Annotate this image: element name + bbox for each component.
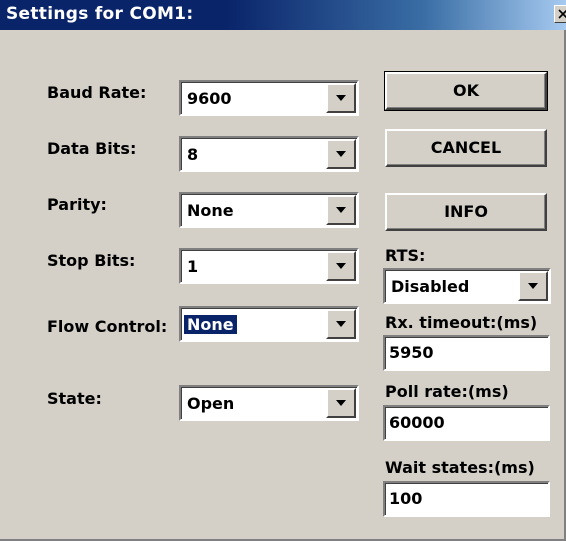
parity-dropdown-button[interactable]: [326, 195, 356, 225]
baud-rate-value: 9600: [187, 89, 232, 108]
chevron-down-icon: [336, 151, 346, 157]
rts-value: Disabled: [391, 277, 470, 296]
rts-label: RTS:: [385, 246, 426, 265]
chevron-down-icon: [336, 263, 346, 269]
stop-bits-value: 1: [187, 257, 199, 276]
baud-rate-select[interactable]: 9600: [179, 80, 359, 116]
rx-timeout-input[interactable]: 5950: [383, 335, 550, 371]
state-value: Open: [187, 394, 235, 413]
state-select[interactable]: Open: [179, 385, 359, 421]
flow-control-select[interactable]: None: [179, 306, 359, 342]
chevron-down-icon: [336, 207, 346, 213]
wait-states-label: Wait states:(ms): [385, 458, 535, 477]
title-bar[interactable]: Settings for COM1:: [0, 0, 566, 30]
stop-bits-select[interactable]: 1: [179, 248, 359, 284]
rx-timeout-label: Rx. timeout:(ms): [385, 313, 538, 332]
data-bits-dropdown-button[interactable]: [326, 139, 356, 169]
parity-label: Parity:: [47, 195, 107, 214]
baud-rate-label: Baud Rate:: [47, 83, 147, 102]
info-button[interactable]: INFO: [385, 193, 547, 231]
state-label: State:: [47, 389, 102, 408]
data-bits-label: Data Bits:: [47, 139, 137, 158]
data-bits-value: 8: [187, 145, 199, 164]
stop-bits-dropdown-button[interactable]: [326, 251, 356, 281]
flow-control-label: Flow Control:: [47, 317, 168, 336]
flow-control-dropdown-button[interactable]: [326, 309, 356, 339]
baud-rate-dropdown-button[interactable]: [326, 83, 356, 113]
wait-states-input[interactable]: 100: [383, 481, 550, 517]
state-dropdown-button[interactable]: [326, 388, 356, 418]
chevron-down-icon: [528, 283, 538, 289]
poll-rate-label: Poll rate:(ms): [385, 382, 509, 401]
chevron-down-icon: [336, 95, 346, 101]
rts-select[interactable]: Disabled: [383, 268, 551, 304]
close-button[interactable]: [554, 5, 566, 23]
close-icon: [558, 9, 566, 19]
parity-select[interactable]: None: [179, 192, 359, 228]
stop-bits-label: Stop Bits:: [47, 251, 136, 270]
cancel-button[interactable]: CANCEL: [385, 129, 547, 167]
ok-button[interactable]: OK: [384, 71, 548, 111]
parity-value: None: [187, 201, 234, 220]
chevron-down-icon: [336, 321, 346, 327]
rts-dropdown-button[interactable]: [518, 271, 548, 301]
window-title: Settings for COM1:: [6, 4, 194, 24]
settings-dialog: Settings for COM1: Baud Rate: Data Bits:…: [0, 0, 566, 541]
data-bits-select[interactable]: 8: [179, 136, 359, 172]
poll-rate-input[interactable]: 60000: [383, 405, 550, 441]
flow-control-value: None: [183, 314, 238, 335]
chevron-down-icon: [336, 400, 346, 406]
